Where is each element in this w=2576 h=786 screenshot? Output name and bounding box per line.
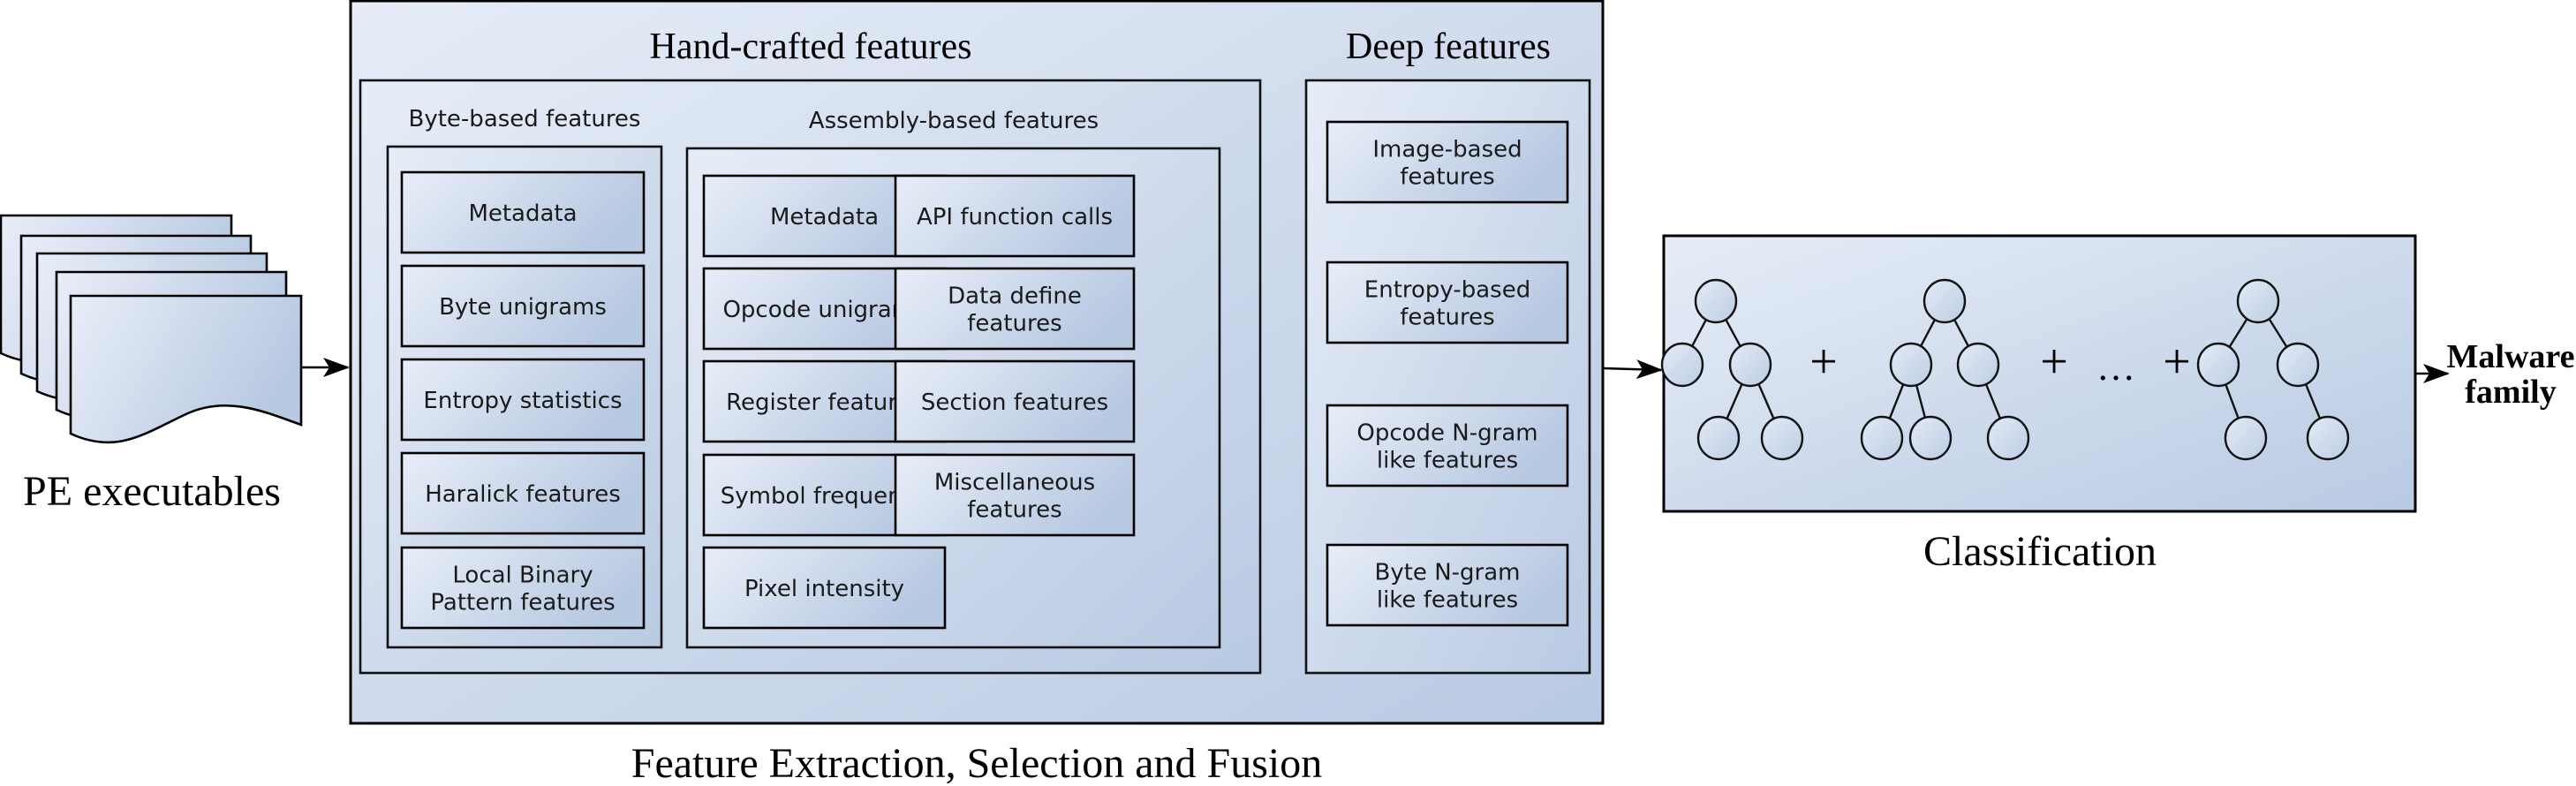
- byte-feature-item: Entropy statistics: [400, 358, 646, 442]
- assembly-feature-item-label: Register features: [726, 389, 923, 416]
- deep-feature-item-label: features: [1400, 163, 1494, 190]
- assembly-group-title: Assembly-based features: [809, 108, 1099, 134]
- tree-node: [1923, 278, 1967, 324]
- deep-feature-item-label: Entropy-based: [1364, 276, 1530, 303]
- deep-feature-item-label: Byte N-gram: [1375, 559, 1521, 586]
- plus-operator: +: [1809, 335, 1838, 389]
- assembly-feature-item-label: Pixel intensity: [744, 576, 904, 602]
- tree-node: [2276, 342, 2320, 388]
- assembly-feature-item-label: Metadata: [770, 204, 879, 231]
- byte-feature-item-label: Byte unigrams: [439, 294, 607, 321]
- tree-node: [1694, 278, 1738, 324]
- arrow-features-to-classification: [1603, 359, 1663, 380]
- assembly-feature-item: Miscellaneousfeatures: [894, 453, 1136, 537]
- byte-feature-item-label: Local Binary: [452, 562, 593, 588]
- byte-group-title: Byte-based features: [409, 106, 641, 132]
- deep-feature-item-label: Image-based: [1372, 136, 1522, 162]
- tree-node: [1908, 415, 1953, 461]
- assembly-feature-item: Data definefeatures: [894, 267, 1136, 351]
- byte-feature-list: Metadata Byte unigrams Entropy statistics H…: [400, 170, 646, 630]
- tree-node: [2306, 415, 2350, 461]
- tree-node: [1986, 415, 2030, 461]
- plus-operator: +: [2163, 335, 2191, 389]
- assembly-feature-item-label: features: [967, 310, 1061, 336]
- deep-feature-item: Opcode N-gramlike features: [1326, 404, 1569, 487]
- deep-feature-item-label: features: [1400, 304, 1494, 330]
- deep-features-title: Deep features: [1346, 26, 1551, 67]
- assembly-feature-item-label: features: [967, 496, 1061, 523]
- tree-node: [1728, 342, 1772, 388]
- output-label-line-1: Malware: [2447, 338, 2575, 375]
- assembly-feature-item: API function calls: [894, 174, 1136, 258]
- deep-feature-item-label: like features: [1377, 447, 1518, 473]
- deep-feature-item-label: Opcode N-gram: [1356, 419, 1537, 446]
- tree-node: [2236, 278, 2280, 324]
- assembly-feature-item-label: Miscellaneous: [934, 469, 1095, 495]
- byte-feature-item: Haralick features: [400, 451, 646, 535]
- tree-node: [1760, 415, 1804, 461]
- byte-feature-item-label: Metadata: [468, 200, 577, 227]
- byte-feature-item: Metadata: [400, 170, 646, 254]
- deep-feature-item-label: like features: [1377, 586, 1518, 613]
- deep-feature-item: Byte N-gramlike features: [1326, 543, 1569, 627]
- output-label-line-2: family: [2465, 374, 2556, 411]
- tree-node: [1696, 415, 1741, 461]
- assembly-feature-item-label: Data define: [948, 283, 1082, 309]
- byte-feature-item-label: Haralick features: [425, 481, 621, 508]
- byte-feature-item: Byte unigrams: [400, 264, 646, 348]
- tree-node: [1889, 342, 1933, 388]
- hand-crafted-title: Hand-crafted features: [650, 26, 972, 67]
- byte-feature-item-label: Pattern features: [430, 589, 615, 616]
- tree-node: [2224, 415, 2268, 461]
- tree-node: [1660, 342, 1704, 388]
- deep-feature-item: Image-basedfeatures: [1326, 120, 1569, 204]
- byte-feature-item: Local BinaryPattern features: [400, 546, 646, 630]
- tree-node: [2196, 342, 2240, 388]
- tree-node: [1860, 415, 1904, 461]
- assembly-feature-item-label: API function calls: [917, 204, 1113, 231]
- classification-caption: Classification: [1923, 528, 2157, 575]
- feature-fusion-pipeline-diagram: PE executables Hand-crafted features Byt…: [0, 0, 2575, 786]
- document-page-icon: [69, 294, 303, 444]
- tree-node: [1956, 342, 2000, 388]
- assembly-feature-item-label: Section features: [921, 389, 1108, 416]
- pe-executables-label: PE executables: [23, 468, 281, 515]
- assembly-feature-item: Section features: [894, 359, 1136, 443]
- feature-stage-caption: Feature Extraction, Selection and Fusion: [631, 740, 1322, 786]
- byte-feature-item-label: Entropy statistics: [423, 388, 622, 414]
- ellipsis-operator: …: [2096, 345, 2135, 389]
- assembly-feature-item: Pixel intensity: [702, 546, 947, 630]
- pe-executables-document-stack-icon: [0, 214, 303, 444]
- plus-operator: +: [2040, 335, 2068, 389]
- deep-feature-item: Entropy-basedfeatures: [1326, 261, 1569, 344]
